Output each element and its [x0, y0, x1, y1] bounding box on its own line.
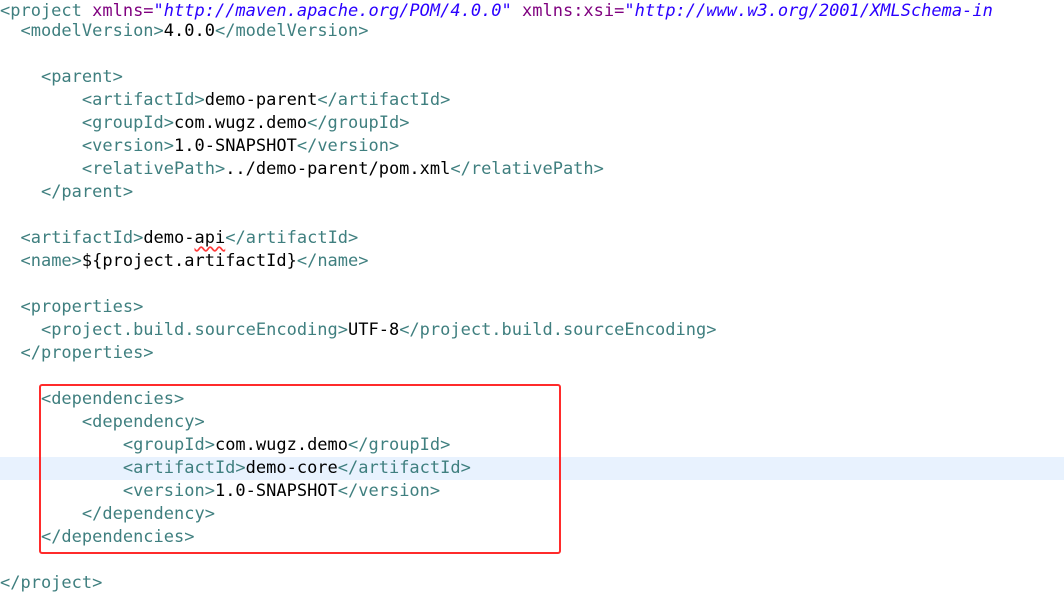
code-line-dependency-version[interactable]: <version>1.0-SNAPSHOT</version> — [0, 480, 1064, 503]
attr-value-xmlns-xsi: "http://www.w3.org/2001/XMLSchema-in — [624, 1, 993, 21]
tag-version-open: <version> — [122, 481, 215, 501]
tag-project-open: <project — [0, 1, 82, 21]
code-line-parent-artifact-id[interactable]: <artifactId>demo-parent</artifactId> — [0, 89, 1064, 112]
code-line-parent-group-id[interactable]: <groupId>com.wugz.demo</groupId> — [0, 112, 1064, 135]
tag-dependencies-close: </dependencies> — [40, 527, 195, 547]
code-line-dependency-open[interactable]: <dependency> — [0, 411, 1064, 434]
code-line-artifact-id[interactable]: <artifactId>demo-api</artifactId> — [0, 227, 1064, 250]
attr-xmlns-xsi: xmlns:xsi= — [511, 1, 625, 21]
tag-group-id-open: <groupId> — [122, 435, 215, 455]
tag-version-close: </version> — [296, 136, 400, 156]
tag-model-version-close: </modelVersion> — [214, 21, 369, 41]
attr-xmlns: xmlns= — [81, 1, 154, 21]
attr-value-xmlns: "http://maven.apache.org/POM/4.0.0" — [153, 1, 512, 21]
code-line-dependency-group-id[interactable]: <groupId>com.wugz.demo</groupId> — [0, 434, 1064, 457]
dependency-artifact-id-value: demo-core — [245, 458, 338, 478]
tag-artifact-id-close: </artifactId> — [317, 90, 451, 110]
tag-group-id-open: <groupId> — [81, 113, 175, 133]
tag-name-close: </name> — [296, 251, 369, 271]
code-line-properties-open[interactable]: <properties> — [0, 296, 1064, 319]
tag-relative-path-close: </relativePath> — [450, 159, 604, 179]
tag-properties-open: <properties> — [20, 297, 144, 317]
tag-group-id-close: </groupId> — [307, 113, 410, 133]
tag-dependency-close: </dependency> — [81, 504, 215, 524]
tag-parent-open: <parent> — [40, 67, 123, 87]
parent-version-value: 1.0-SNAPSHOT — [174, 136, 297, 156]
code-line-dependencies-open[interactable]: <dependencies> — [0, 388, 1064, 411]
code-line-parent-close[interactable]: </parent> — [0, 181, 1064, 204]
tag-properties-close: </properties> — [20, 343, 154, 363]
model-version-value: 4.0.0 — [163, 21, 215, 41]
code-line-properties-close[interactable]: </properties> — [0, 342, 1064, 365]
dependency-group-id-value: com.wugz.demo — [214, 435, 349, 455]
tag-parent-close: </parent> — [40, 182, 134, 202]
tag-source-encoding-close: </project.build.sourceEncoding> — [399, 320, 717, 340]
tag-project-close: </project> — [0, 573, 103, 593]
relative-path-value: ../demo-parent/pom.xml — [225, 159, 451, 179]
tag-artifact-id-open: <artifactId> — [122, 458, 246, 478]
code-line-dependency-artifact-id-current[interactable]: <artifactId>demo-core</artifactId> — [0, 457, 1064, 480]
parent-group-id-value: com.wugz.demo — [174, 113, 308, 133]
code-line-model-version[interactable]: <modelVersion>4.0.0</modelVersion> — [0, 20, 1064, 43]
tag-version-close: </version> — [337, 481, 441, 501]
code-line-parent-version[interactable]: <version>1.0-SNAPSHOT</version> — [0, 135, 1064, 158]
parent-artifact-id-value: demo-parent — [204, 90, 318, 110]
code-line-source-encoding[interactable]: <project.build.sourceEncoding>UTF-8</pro… — [0, 319, 1064, 342]
tag-artifact-id-close: </artifactId> — [225, 228, 359, 248]
code-line-project-close[interactable]: </project> — [0, 572, 1064, 595]
tag-version-open: <version> — [81, 136, 175, 156]
tag-group-id-close: </groupId> — [348, 435, 451, 455]
source-encoding-value: UTF-8 — [348, 320, 400, 340]
tag-artifact-id-close: </artifactId> — [337, 458, 471, 478]
tag-dependencies-open: <dependencies> — [40, 389, 185, 409]
xml-editor[interactable]: <project xmlns="http://maven.apache.org/… — [0, 0, 1064, 604]
code-line-dependencies-close[interactable]: </dependencies> — [0, 526, 1064, 549]
tag-name-open: <name> — [20, 251, 82, 271]
artifact-id-value-spellcheck: api — [194, 228, 226, 248]
code-line-relative-path[interactable]: <relativePath>../demo-parent/pom.xml</re… — [0, 158, 1064, 181]
tag-relative-path-open: <relativePath> — [81, 159, 226, 179]
tag-artifact-id-open: <artifactId> — [20, 228, 144, 248]
tag-artifact-id-open: <artifactId> — [81, 90, 205, 110]
code-line-name[interactable]: <name>${project.artifactId}</name> — [0, 250, 1064, 273]
name-value: ${project.artifactId} — [81, 251, 297, 271]
code-line-parent-open[interactable]: <parent> — [0, 66, 1064, 89]
artifact-id-value-prefix: demo- — [143, 228, 195, 248]
code-line-dependency-close[interactable]: </dependency> — [0, 503, 1064, 526]
tag-source-encoding-open: <project.build.sourceEncoding> — [40, 320, 348, 340]
tag-dependency-open: <dependency> — [81, 412, 205, 432]
tag-model-version-open: <modelVersion> — [20, 21, 164, 41]
dependency-version-value: 1.0-SNAPSHOT — [214, 481, 338, 501]
